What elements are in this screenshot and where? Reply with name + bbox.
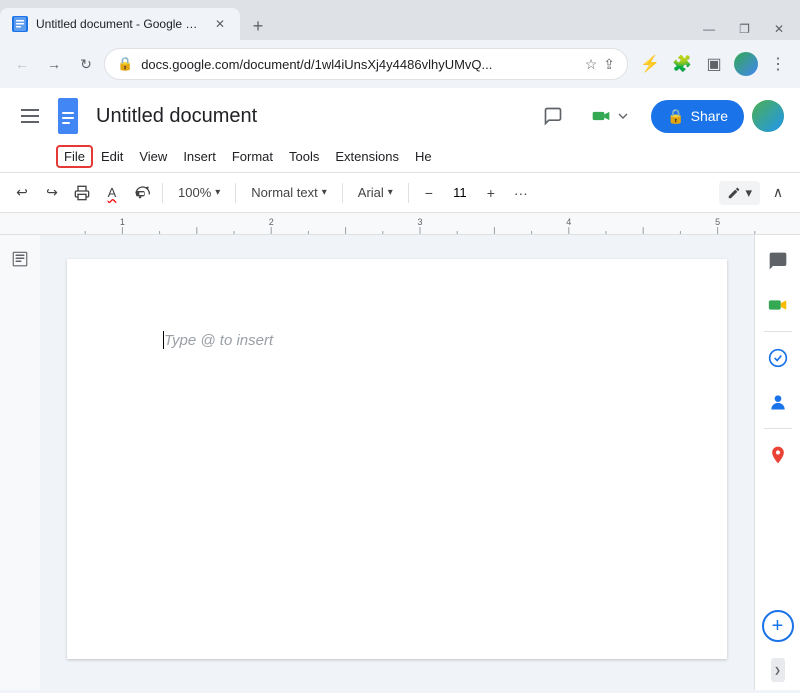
zoom-select[interactable]: 100% ▾ [169,179,229,207]
tab-title: Untitled document - Google Do... [36,17,204,31]
active-tab[interactable]: Untitled document - Google Do... ✕ [0,8,240,40]
back-button[interactable]: ← [8,50,36,78]
menu-item-format[interactable]: Format [224,145,281,168]
google-apps-icon[interactable]: ⚡ [636,50,664,78]
tasks-panel-button[interactable] [760,340,796,376]
profile-icon[interactable] [732,50,760,78]
toolbar-divider-1 [162,183,163,203]
reload-button[interactable]: ↻ [72,50,100,78]
document-content: Type @ to insert [163,331,655,349]
contacts-panel-button[interactable] [760,384,796,420]
bookmark-icon[interactable]: ☆ [585,56,598,73]
ruler: 1 2 3 4 5 [0,213,800,235]
toolbar-divider-3 [342,183,343,203]
user-avatar[interactable] [752,100,784,132]
menu-bar: File Edit View Insert Format Tools Exten… [0,140,800,172]
tab-close-button[interactable]: ✕ [212,16,228,32]
style-select[interactable]: Normal text ▾ [242,179,336,207]
address-bar-row: ← → ↻ 🔒 docs.google.com/document/d/1wl4i… [0,40,800,88]
main-area: Type @ to insert [0,235,800,690]
svg-text:1: 1 [120,217,125,227]
sidebar-icon[interactable]: ▣ [700,50,728,78]
svg-text:2: 2 [269,217,274,227]
font-size-input[interactable]: 11 [445,182,475,203]
left-toolbar [0,235,40,690]
comments-button[interactable] [535,98,571,134]
menu-item-help[interactable]: He [407,145,440,168]
close-button[interactable]: ✕ [770,18,788,40]
address-bar[interactable]: 🔒 docs.google.com/document/d/1wl4iUnsXj4… [104,48,628,80]
new-tab-button[interactable]: + [244,12,272,40]
minimize-button[interactable]: — [699,18,719,40]
ruler-inner: 1 2 3 4 5 [48,213,792,234]
tab-bar: Untitled document - Google Do... ✕ + — ❐… [0,0,800,40]
extensions-icon[interactable]: 🧩 [668,50,696,78]
chrome-menu-icon[interactable]: ⋮ [764,50,792,78]
spell-check-button[interactable]: A [98,179,126,207]
meet-panel-button[interactable] [760,287,796,323]
toolbar-divider-2 [235,183,236,203]
add-plugin-button[interactable]: + [762,610,794,642]
lock-icon: 🔒 [117,56,133,72]
toolbar-divider-4 [408,183,409,203]
svg-text:5: 5 [715,217,720,227]
docs-logo [56,96,88,136]
maps-panel-button[interactable] [760,437,796,473]
document-canvas-area[interactable]: Type @ to insert [40,235,754,690]
menu-item-extensions[interactable]: Extensions [327,145,407,168]
menu-item-file[interactable]: File [56,145,93,168]
share-label: Share [691,108,728,124]
add-icon: + [772,615,784,638]
more-options-button[interactable]: ··· [507,179,535,207]
print-button[interactable] [68,179,96,207]
right-sidebar: + ❯ [754,235,800,690]
font-size-decrease-button[interactable]: − [415,179,443,207]
meet-button[interactable] [579,100,643,132]
format-toolbar: ↩ ↪ A 100% ▾ Normal text ▾ [0,173,800,213]
sidebar-divider-2 [764,428,792,429]
collapse-toolbar-button[interactable]: ∧ [764,179,792,207]
docs-header: Untitled document 🔒 [0,88,800,173]
undo-button[interactable]: ↩ [8,179,36,207]
forward-button[interactable]: → [40,50,68,78]
restore-button[interactable]: ❐ [735,18,754,40]
url-text: docs.google.com/document/d/1wl4iUnsXj4y4… [141,57,577,72]
font-size-control: − 11 + [415,179,505,207]
redo-button[interactable]: ↪ [38,179,66,207]
menu-item-view[interactable]: View [131,145,175,168]
title-row: Untitled document 🔒 [0,88,800,140]
menu-item-edit[interactable]: Edit [93,145,131,168]
paint-format-button[interactable] [128,179,156,207]
document-page[interactable]: Type @ to insert [67,259,727,659]
address-bar-icons: ☆ ⇪ [585,56,615,73]
collapse-sidebar-button[interactable]: ❯ [771,658,785,682]
document-title[interactable]: Untitled document [96,105,527,128]
font-size-increase-button[interactable]: + [477,179,505,207]
share-lock-icon: 🔒 [667,108,684,125]
menu-item-tools[interactable]: Tools [281,145,327,168]
sidebar-divider-1 [764,331,792,332]
browser-toolbar-icons: ⚡ 🧩 ▣ ⋮ [636,50,792,78]
svg-text:3: 3 [417,217,422,227]
outline-panel-button[interactable] [4,243,36,275]
tab-favicon [12,16,28,32]
share-button[interactable]: 🔒 Share [651,100,744,133]
share-page-icon[interactable]: ⇪ [603,56,615,73]
header-right: 🔒 Share [535,98,784,134]
hamburger-icon [21,109,39,123]
window-controls: — ❐ ✕ [699,18,800,40]
collapse-icon: ❯ [774,666,781,675]
edit-mode-button[interactable]: ▾ [719,181,760,205]
document-placeholder: Type @ to insert [164,332,273,349]
font-select[interactable]: Arial ▾ [349,179,402,207]
menu-item-insert[interactable]: Insert [175,145,224,168]
chat-panel-button[interactable] [760,243,796,279]
hamburger-menu-button[interactable] [12,98,48,134]
svg-text:4: 4 [566,217,571,227]
